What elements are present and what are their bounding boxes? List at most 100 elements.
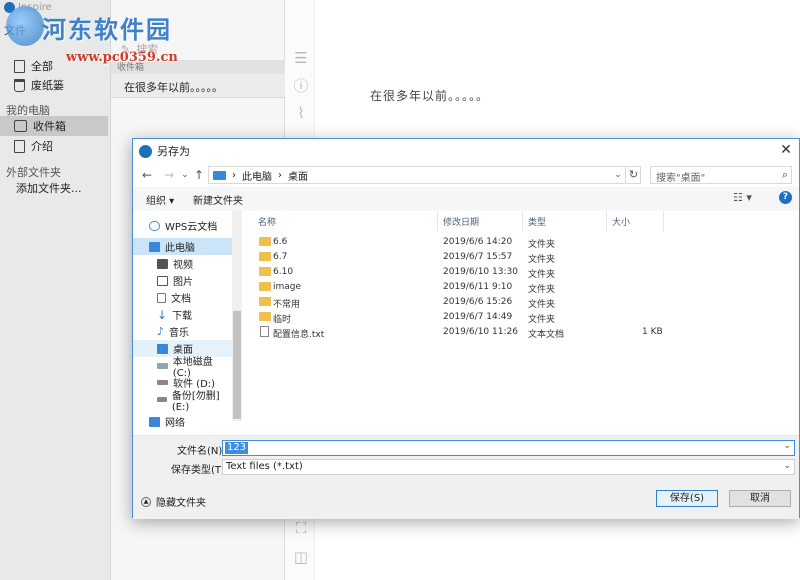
add-folder-link[interactable]: 添加文件夹... <box>0 178 111 198</box>
hide-folders-button[interactable]: ▲ 隐藏文件夹 <box>141 494 206 509</box>
forward-button[interactable]: → <box>161 166 177 184</box>
file-modified: 2019/6/11 9:10 <box>443 282 513 292</box>
file-modified: 2019/6/10 13:30 <box>443 267 518 277</box>
file-type: 文件夹 <box>528 300 556 310</box>
column-divider[interactable] <box>437 211 438 231</box>
desktop-icon <box>157 343 168 354</box>
sidebar-item-label: 介绍 <box>31 140 53 153</box>
save-button[interactable]: 保存(S) <box>656 490 718 507</box>
watermark-logo-icon <box>6 6 44 46</box>
file-name: 临时 <box>273 315 292 325</box>
file-row[interactable]: image 2019/6/11 9:10 文件夹 <box>133 280 687 295</box>
app-sidebar: Inspire 文件 全部 废纸篓 我的电脑 收件箱 介绍 外部文件夹 添加文件… <box>0 0 111 580</box>
filetype-value: Text files (*.txt) <box>226 461 303 472</box>
hide-folders-label: 隐藏文件夹 <box>156 498 206 509</box>
folder-icon <box>259 252 271 261</box>
file-modified: 2019/6/10 11:26 <box>443 327 518 337</box>
folder-icon <box>259 297 271 306</box>
sidebar-item-label: 收件箱 <box>33 120 66 133</box>
new-folder-button[interactable]: 新建文件夹 <box>193 192 243 207</box>
file-modified: 2019/6/6 15:26 <box>443 297 513 307</box>
info-icon[interactable]: ⓘ <box>293 78 309 94</box>
breadcrumb-pc[interactable]: 此电脑 <box>242 168 272 183</box>
file-name: 6.10 <box>273 267 294 277</box>
file-row[interactable]: 不常用 2019/6/6 15:26 文件夹 <box>133 295 687 310</box>
column-modified[interactable]: 修改日期 <box>443 215 479 229</box>
search-input[interactable]: 搜索"桌面" ⌕ <box>650 166 792 184</box>
file-row[interactable]: 临时 2019/6/7 14:49 文件夹 <box>133 310 687 325</box>
column-type[interactable]: 类型 <box>528 215 546 229</box>
address-bar[interactable]: › 此电脑 › 桌面 <box>208 166 641 184</box>
column-divider[interactable] <box>663 211 664 231</box>
dialog-title: 另存为 <box>157 145 190 158</box>
network-icon <box>149 416 160 427</box>
file-name: 配置信息.txt <box>273 330 325 340</box>
sidebar-item-trash[interactable]: 废纸篓 <box>0 75 111 95</box>
drive-icon <box>157 362 168 369</box>
filetype-select[interactable]: Text files (*.txt) ⌄ <box>222 459 795 475</box>
chevron-down-icon[interactable]: ⌄ <box>783 461 791 471</box>
folder-icon <box>14 120 27 132</box>
drive-icon <box>157 380 168 385</box>
layout-icon[interactable]: ◫ <box>293 549 309 565</box>
sidebar-item-inbox[interactable]: 收件箱 <box>0 116 108 136</box>
file-row[interactable]: 6.10 2019/6/10 13:30 文件夹 <box>133 265 687 280</box>
list-icon[interactable]: ☰ <box>293 50 309 66</box>
cloud-icon <box>149 220 160 231</box>
organize-button[interactable]: 组织 ▾ <box>146 192 174 207</box>
back-button[interactable]: ← <box>139 166 155 184</box>
attachment-icon[interactable]: ⌇ <box>293 105 309 121</box>
refresh-icon[interactable]: ↻ <box>625 166 641 184</box>
file-row[interactable]: 6.6 2019/6/6 14:20 文件夹 <box>133 235 687 250</box>
nav-item-network[interactable]: 网络 <box>133 413 233 430</box>
chevron-down-icon[interactable]: ⌄ <box>783 441 791 451</box>
list-item[interactable]: 在很多年以前。。。。。 <box>111 74 285 98</box>
view-options-icon[interactable]: ☷ ▾ <box>733 191 752 204</box>
filename-value[interactable]: 123 <box>225 442 249 454</box>
chevron-down-icon[interactable]: ⌄ <box>611 166 625 184</box>
folder-icon <box>259 282 271 291</box>
drive-icon <box>157 397 167 402</box>
chevron-up-icon: ▲ <box>141 496 151 507</box>
column-size[interactable]: 大小 <box>612 215 630 229</box>
close-button[interactable]: ✕ <box>777 141 795 159</box>
dialog-titlebar: 另存为 <box>133 139 799 163</box>
nav-item-wps-cloud[interactable]: WPS云文档 <box>133 217 233 234</box>
cancel-button[interactable]: 取消 <box>729 490 791 507</box>
breadcrumb-desktop[interactable]: 桌面 <box>288 168 308 183</box>
editor-content[interactable]: 在很多年以前。。。。。 <box>370 87 489 104</box>
watermark-url: www.pc0359.cn <box>66 50 178 65</box>
column-divider[interactable] <box>522 211 523 231</box>
pc-icon <box>213 170 226 180</box>
file-type: 文件夹 <box>528 285 556 295</box>
navigation-bar: ← → ⌄ ↑ › 此电脑 › 桌面 ⌄ ↻ 搜索"桌面" ⌕ <box>133 163 799 187</box>
all-notes-icon <box>14 59 25 73</box>
folder-icon <box>259 237 271 246</box>
file-row[interactable]: 配置信息.txt 2019/6/10 11:26 文本文档 1 KB <box>133 325 687 340</box>
file-name: 6.6 <box>273 237 288 247</box>
dialog-toolbar: 组织 ▾ 新建文件夹 ☷ ▾ ? <box>133 187 799 211</box>
file-type: 文件夹 <box>528 315 556 325</box>
nav-item-drive-e[interactable]: 备份[勿删] (E:) <box>133 391 233 413</box>
dialog-footer: 文件名(N): 123 ⌄ 保存类型(T): Text files (*.txt… <box>133 435 799 519</box>
breadcrumb-separator: › <box>278 169 282 181</box>
file-row[interactable]: 6.7 2019/6/7 15:57 文件夹 <box>133 250 687 265</box>
sidebar-item-intro[interactable]: 介绍 <box>0 136 111 156</box>
sidebar-item-label: 废纸篓 <box>31 79 64 92</box>
up-button[interactable]: ↑ <box>191 166 207 184</box>
nav-item-drive-c[interactable]: 本地磁盘 (C:) <box>133 357 233 379</box>
file-type: 文本文档 <box>528 330 565 340</box>
file-name: image <box>273 282 302 292</box>
filename-label: 文件名(N): <box>177 446 226 457</box>
fullscreen-icon[interactable]: ⛶ <box>293 520 309 536</box>
column-name[interactable]: 名称 <box>258 215 276 229</box>
help-icon[interactable]: ? <box>779 191 792 204</box>
sidebar-item-label: 全部 <box>31 60 53 73</box>
app-logo-icon <box>139 144 152 158</box>
column-divider[interactable] <box>606 211 607 231</box>
filename-input[interactable]: 123 ⌄ <box>222 440 795 456</box>
search-icon: ⌕ <box>781 168 788 181</box>
file-size: 1 KB <box>642 327 663 337</box>
file-type: 文件夹 <box>528 255 556 265</box>
breadcrumb-separator: › <box>232 169 236 181</box>
